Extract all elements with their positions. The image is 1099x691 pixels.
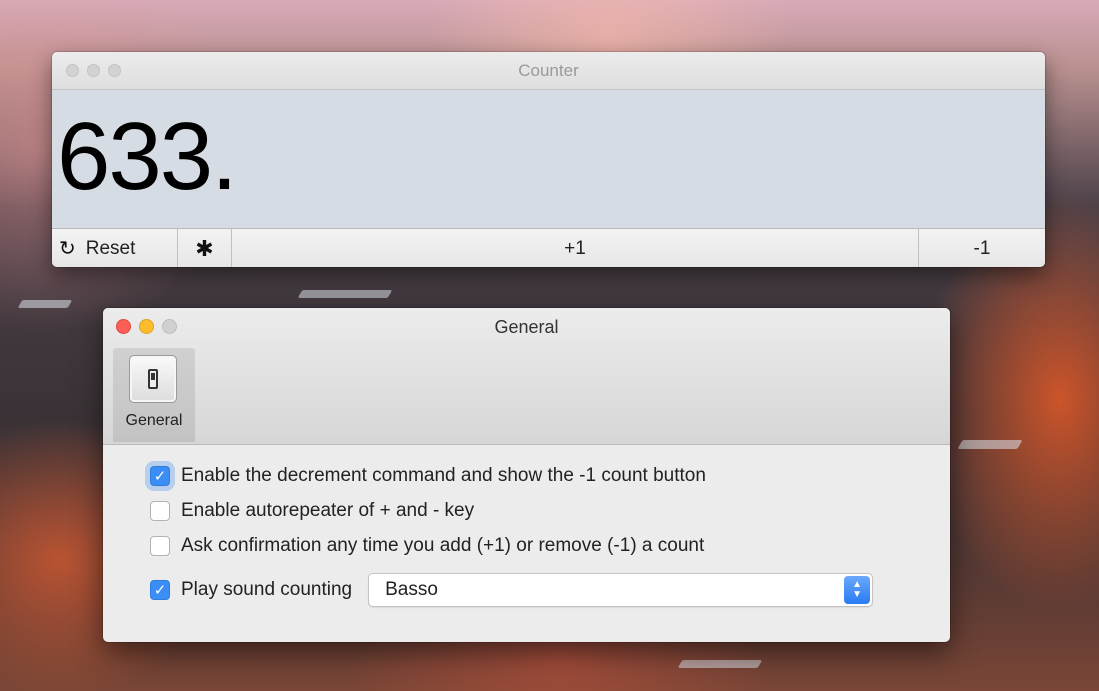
increment-button[interactable]: +1 xyxy=(232,229,919,267)
preferences-window-controls xyxy=(116,319,177,334)
close-button[interactable] xyxy=(116,319,131,334)
decor-ridge xyxy=(17,300,73,308)
option-label: Ask confirmation any time you add (+1) o… xyxy=(181,535,705,556)
preferences-toolbar: General General xyxy=(103,308,950,445)
increment-label: +1 xyxy=(564,237,586,259)
reset-label: Reset xyxy=(85,237,136,259)
gear-icon: ✱ xyxy=(195,235,214,261)
settings-button[interactable]: ✱ xyxy=(178,229,232,267)
option-label: Enable the decrement command and show th… xyxy=(181,465,706,486)
autorepeater-checkbox[interactable] xyxy=(150,501,170,521)
tab-general[interactable]: General xyxy=(113,348,195,442)
decor-ridge xyxy=(297,290,393,298)
minimize-button[interactable] xyxy=(87,64,100,77)
counter-window-title: Counter xyxy=(518,61,579,80)
sound-select[interactable]: Basso ▲ ▼ xyxy=(368,573,874,607)
decor-ridge xyxy=(677,660,763,668)
minimize-button[interactable] xyxy=(139,319,154,334)
zoom-button[interactable] xyxy=(162,319,177,334)
count-display: 633. xyxy=(52,90,1045,228)
zoom-button[interactable] xyxy=(108,64,121,77)
ask-confirmation-checkbox[interactable] xyxy=(150,536,170,556)
enable-decrement-checkbox[interactable]: ✓ xyxy=(150,466,170,486)
option-enable-decrement[interactable]: ✓ Enable the decrement command and show … xyxy=(150,465,706,487)
general-preferences-window: General General ✓ Enable the decrement c… xyxy=(103,308,950,642)
decrement-button[interactable]: -1 xyxy=(919,229,1045,267)
option-label: Play sound counting xyxy=(181,579,353,600)
checkmark-icon: ✓ xyxy=(153,582,167,599)
decrement-label: -1 xyxy=(973,237,991,259)
play-sound-checkbox[interactable]: ✓ xyxy=(150,580,170,600)
switch-icon xyxy=(129,355,177,403)
option-play-sound[interactable]: ✓ Play sound counting Basso ▲ ▼ xyxy=(150,573,874,607)
reset-button[interactable]: ↻ Reset xyxy=(52,229,178,267)
preferences-window-title[interactable]: General xyxy=(103,308,950,346)
checkmark-icon: ✓ xyxy=(153,468,167,485)
decor-ridge xyxy=(957,440,1023,449)
chevron-up-down-icon: ▲ ▼ xyxy=(844,576,871,604)
counter-titlebar[interactable]: Counter xyxy=(52,52,1045,90)
option-ask-confirmation[interactable]: Ask confirmation any time you add (+1) o… xyxy=(150,535,704,557)
counter-window-controls xyxy=(66,64,121,77)
option-autorepeater[interactable]: Enable autorepeater of + and - key xyxy=(150,500,474,522)
option-label: Enable autorepeater of + and - key xyxy=(181,500,475,521)
sound-select-value: Basso xyxy=(385,579,438,600)
counter-window: Counter 633. ↻ Reset ✱ +1 -1 xyxy=(52,52,1045,267)
desktop-background: Counter 633. ↻ Reset ✱ +1 -1 General Gen… xyxy=(0,0,1099,691)
reset-icon: ↻ xyxy=(59,238,76,260)
count-value: 633. xyxy=(57,103,238,210)
counter-toolbar: ↻ Reset ✱ +1 -1 xyxy=(52,228,1045,267)
tab-general-label: General xyxy=(125,412,183,429)
close-button[interactable] xyxy=(66,64,79,77)
